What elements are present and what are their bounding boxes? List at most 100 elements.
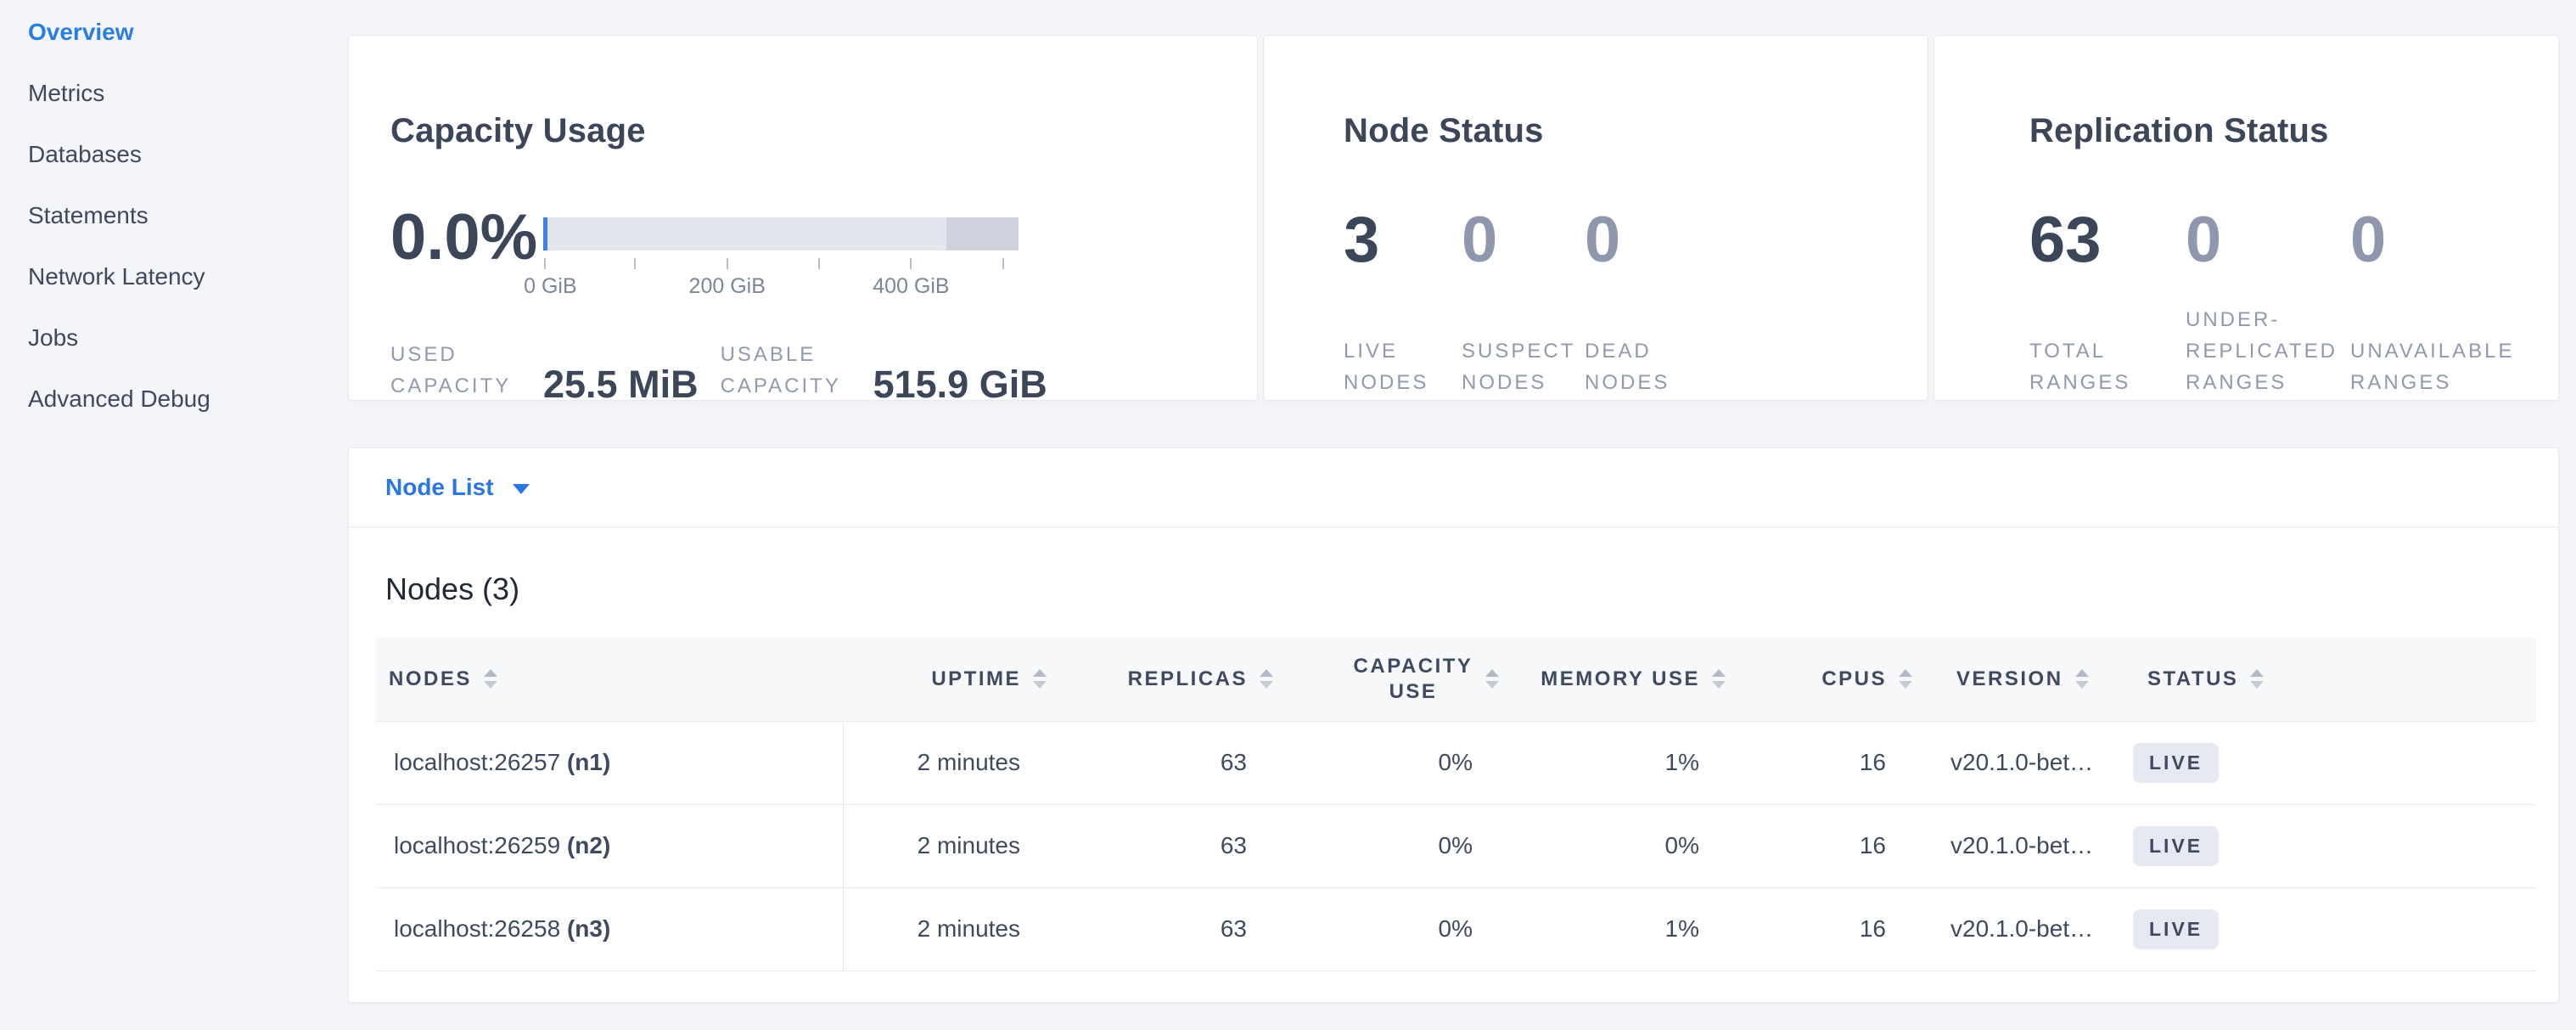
memory-use-cell: 0% [1511, 804, 1737, 887]
sidebar-item-metrics[interactable]: Metrics [28, 63, 348, 124]
table-header-row: NODES UPTIME REPLICAS CAPACITY USE MEMOR [375, 638, 2536, 721]
sidebar-item-network-latency[interactable]: Network Latency [28, 246, 348, 307]
dead-nodes-stat: 0 DEAD NODES [1585, 208, 1729, 398]
dead-nodes-label: DEAD NODES [1585, 273, 1729, 398]
replicas-cell: 63 [1058, 721, 1285, 804]
capacity-gauge: 0 GiB 200 GiB 400 GiB [543, 217, 1019, 300]
node-list-body: Nodes (3) NODES UPTIME REP [349, 571, 2558, 1002]
unavailable-ranges-stat: 0 UNAVAILABLE RANGES [2350, 208, 2537, 398]
col-header-version[interactable]: VERSION [1924, 638, 2133, 721]
chevron-down-icon[interactable] [513, 484, 530, 494]
col-header-cpus[interactable]: CPUS [1737, 638, 1924, 721]
live-nodes-stat: 3 LIVE NODES [1344, 208, 1462, 398]
tick-label-0gib: 0 GiB [524, 274, 577, 299]
table-row: localhost:26259 (n2) 2 minutes 63 0% 0% … [375, 804, 2536, 887]
used-capacity-value: 25.5 MiB [543, 365, 699, 403]
col-header-replicas[interactable]: REPLICAS [1058, 638, 1285, 721]
sort-icon[interactable] [2075, 669, 2089, 689]
sidebar-nav: Overview Metrics Databases Statements Ne… [28, 2, 348, 430]
sort-icon[interactable] [1899, 669, 1912, 689]
nodes-table-title: Nodes (3) [385, 571, 2534, 607]
node-address-link[interactable]: localhost:26259 [394, 832, 560, 858]
dead-nodes-value: 0 [1585, 208, 1729, 273]
replication-status-title: Replication Status [2029, 114, 2329, 148]
col-header-memory-use[interactable]: MEMORY USE [1511, 638, 1737, 721]
col-header-status[interactable]: STATUS [2133, 638, 2536, 721]
sidebar-item-statements[interactable]: Statements [28, 185, 348, 246]
unavailable-ranges-value: 0 [2350, 208, 2537, 273]
sort-icon[interactable] [1033, 669, 1047, 689]
capacity-gauge-tick-labels: 0 GiB 200 GiB 400 GiB [543, 274, 1019, 300]
col-header-uptime[interactable]: UPTIME [843, 638, 1058, 721]
col-header-capacity-use[interactable]: CAPACITY USE [1285, 638, 1511, 721]
sort-icon[interactable] [1712, 669, 1726, 689]
col-header-capacity-use-label: CAPACITY USE [1353, 654, 1473, 705]
under-replicated-ranges-label: UNDER-REPLICATED RANGES [2186, 273, 2350, 398]
sidebar-item-overview[interactable]: Overview [28, 2, 348, 63]
version-cell: v20.1.0-bet… [1924, 887, 2133, 971]
node-address-link[interactable]: localhost:26258 [394, 915, 560, 942]
cpus-cell: 16 [1737, 887, 1924, 971]
node-list-dropdown[interactable]: Node List [349, 448, 2558, 527]
version-cell: v20.1.0-bet… [1924, 721, 2133, 804]
capacity-gauge-unusable-segment [946, 217, 1019, 250]
capacity-usage-card: Capacity Usage 0.0% 0 GiB 200 GiB [348, 35, 1258, 401]
memory-use-cell: 1% [1511, 721, 1737, 804]
col-header-replicas-label: REPLICAS [1128, 667, 1248, 691]
capacity-gauge-used-segment [543, 217, 547, 250]
unavailable-ranges-label: UNAVAILABLE RANGES [2350, 273, 2537, 398]
sidebar-item-databases[interactable]: Databases [28, 124, 348, 185]
status-badge: LIVE [2133, 909, 2219, 949]
capacity-use-cell: 0% [1285, 887, 1511, 971]
node-list-card: Node List Nodes (3) NODES UPTIME [348, 447, 2559, 1003]
sort-icon[interactable] [2250, 669, 2264, 689]
cpus-cell: 16 [1737, 721, 1924, 804]
total-ranges-label: TOTAL RANGES [2029, 273, 2186, 398]
replication-stats: 63 TOTAL RANGES 0 UNDER-REPLICATED RANGE… [2029, 208, 2537, 398]
tick-label-200gib: 200 GiB [689, 274, 766, 299]
under-replicated-ranges-stat: 0 UNDER-REPLICATED RANGES [2186, 208, 2350, 398]
memory-use-cell: 1% [1511, 887, 1737, 971]
table-row: localhost:26258 (n3) 2 minutes 63 0% 1% … [375, 887, 2536, 971]
sidebar: Overview Metrics Databases Statements Ne… [0, 0, 348, 1030]
col-header-status-label: STATUS [2147, 667, 2238, 691]
sidebar-item-advanced-debug[interactable]: Advanced Debug [28, 369, 348, 430]
replication-status-card: Replication Status 63 TOTAL RANGES 0 UND… [1933, 35, 2559, 401]
used-capacity-label: USED CAPACITY [390, 339, 519, 403]
capacity-gauge-ticks [543, 258, 1019, 269]
node-address-link[interactable]: localhost:26257 [394, 749, 560, 775]
node-list-dropdown-label[interactable]: Node List [385, 474, 494, 501]
status-badge: LIVE [2133, 826, 2219, 866]
uptime-cell: 2 minutes [843, 804, 1058, 887]
capacity-use-cell: 0% [1285, 721, 1511, 804]
sidebar-item-jobs[interactable]: Jobs [28, 307, 348, 369]
nodes-table: NODES UPTIME REPLICAS CAPACITY USE MEMOR [375, 638, 2536, 971]
node-status-stats: 3 LIVE NODES 0 SUSPECT NODES 0 DEAD NODE… [1344, 208, 1729, 398]
capacity-gauge-track [543, 217, 1019, 250]
capacity-use-cell: 0% [1285, 804, 1511, 887]
total-ranges-stat: 63 TOTAL RANGES [2029, 208, 2186, 398]
usable-capacity-label: USABLE CAPACITY [721, 339, 850, 403]
capacity-usage-title: Capacity Usage [390, 114, 646, 148]
status-badge: LIVE [2133, 743, 2219, 783]
suspect-nodes-stat: 0 SUSPECT NODES [1462, 208, 1585, 398]
total-ranges-value: 63 [2029, 208, 2186, 273]
suspect-nodes-label: SUSPECT NODES [1462, 273, 1585, 398]
col-header-uptime-label: UPTIME [931, 667, 1021, 691]
col-header-nodes-label: NODES [389, 667, 472, 691]
usable-capacity-value: 515.9 GiB [873, 365, 1047, 403]
table-row: localhost:26257 (n1) 2 minutes 63 0% 1% … [375, 721, 2536, 804]
capacity-stats: USED CAPACITY 25.5 MiB USABLE CAPACITY 5… [390, 339, 1069, 403]
node-status-card: Node Status 3 LIVE NODES 0 SUSPECT NODES… [1263, 35, 1928, 401]
sort-icon[interactable] [1260, 669, 1273, 689]
node-id: (n2) [567, 832, 610, 858]
sort-icon[interactable] [484, 669, 497, 689]
tick-label-400gib: 400 GiB [873, 274, 949, 299]
col-header-nodes[interactable]: NODES [375, 638, 843, 721]
node-id: (n3) [567, 915, 610, 942]
sort-icon[interactable] [1485, 669, 1499, 689]
summary-row: Capacity Usage 0.0% 0 GiB 200 GiB [348, 35, 2559, 401]
node-status-title: Node Status [1344, 114, 1544, 148]
col-header-version-label: VERSION [1956, 667, 2063, 691]
capacity-used-percent: 0.0% [390, 205, 537, 270]
